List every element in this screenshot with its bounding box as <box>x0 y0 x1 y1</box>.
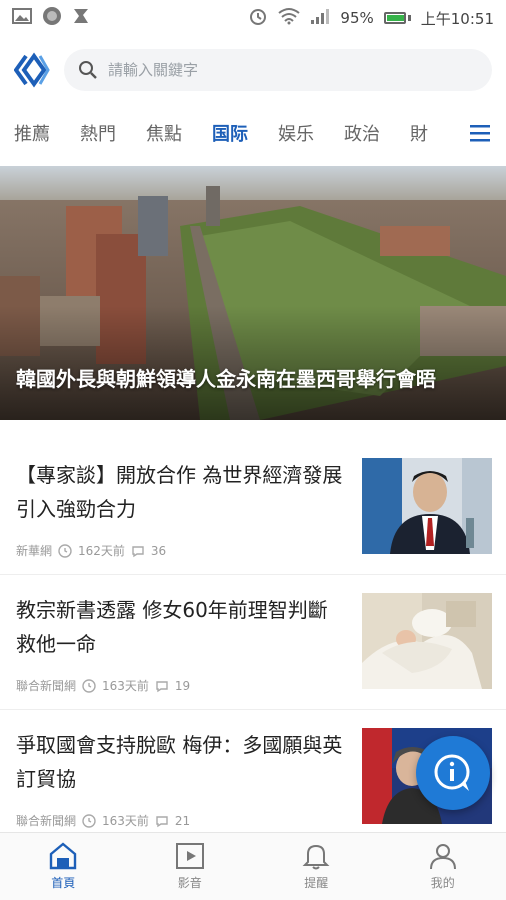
nav-video[interactable]: 影音 <box>127 833 254 900</box>
hero-article[interactable]: 韓國外長與朝鮮領導人金永南在墨西哥舉行會晤 <box>0 166 506 420</box>
list-item[interactable]: 【專家談】開放合作 為世界經濟發展引入強勁合力 新華網 162天前 36 <box>0 440 506 575</box>
tab-focus[interactable]: 焦點 <box>146 120 182 146</box>
search-icon <box>78 60 98 80</box>
clock-icon <box>82 813 96 828</box>
article-title: 教宗新書透露 修女60年前理智判斷救他一命 <box>16 598 328 656</box>
tab-menu-icon[interactable] <box>464 117 496 149</box>
article-time: 162天前 <box>78 544 125 558</box>
article-comments: 36 <box>150 543 167 558</box>
status-bar: 95% 上午10:51 <box>0 0 506 36</box>
search-box[interactable] <box>64 49 492 91</box>
gallery-icon <box>12 8 32 28</box>
home-icon <box>50 842 77 870</box>
article-title: 【專家談】開放合作 為世界經濟發展引入強勁合力 <box>16 463 343 521</box>
info-fab-button[interactable] <box>416 736 490 810</box>
bottom-navigation: 首頁 影音 提醒 我的 <box>0 832 506 900</box>
nav-home[interactable]: 首頁 <box>0 833 127 900</box>
record-icon <box>42 6 62 30</box>
article-time: 163天前 <box>102 679 149 693</box>
tab-entertainment[interactable]: 娱乐 <box>278 120 314 146</box>
nav-alerts-label: 提醒 <box>304 876 329 890</box>
tab-popular[interactable]: 熱門 <box>80 120 116 146</box>
hero-title: 韓國外長與朝鮮領導人金永南在墨西哥舉行會晤 <box>16 367 436 391</box>
nav-video-label: 影音 <box>177 876 202 890</box>
video-icon <box>175 843 204 869</box>
article-source: 聯合新聞網 <box>16 679 77 693</box>
wifi-icon <box>278 7 301 29</box>
clock-icon <box>82 678 96 693</box>
nav-profile-label: 我的 <box>430 876 455 890</box>
tab-finance[interactable]: 財 <box>410 120 428 146</box>
list-item[interactable]: 教宗新書透露 修女60年前理智判斷救他一命 聯合新聞網 163天前 19 <box>0 575 506 710</box>
article-time: 163天前 <box>102 814 149 828</box>
nav-profile[interactable]: 我的 <box>380 833 506 900</box>
search-bar-row <box>0 44 506 96</box>
category-tabs: 推薦 熱門 焦點 国际 娱乐 政治 財 <box>0 108 506 158</box>
comment-icon <box>132 545 144 557</box>
article-source: 新華網 <box>16 544 53 558</box>
signal-icon <box>310 8 330 28</box>
nav-home-label: 首頁 <box>51 876 76 890</box>
article-comments: 21 <box>174 813 191 828</box>
battery-icon <box>383 12 411 24</box>
clock-icon <box>58 543 72 558</box>
article-thumbnail <box>362 458 492 554</box>
article-thumbnail <box>362 593 492 689</box>
nav-alerts[interactable]: 提醒 <box>253 833 380 900</box>
bell-icon <box>302 844 330 870</box>
comment-icon <box>156 680 168 692</box>
article-title: 爭取國會支持脫歐 梅伊：多國願與英訂貿協 <box>16 733 343 791</box>
app-notification-icon <box>72 7 90 29</box>
tab-international[interactable]: 国际 <box>212 120 248 146</box>
comment-icon <box>156 815 168 827</box>
status-time: 上午10:51 <box>420 9 494 28</box>
search-input[interactable] <box>108 61 478 79</box>
tab-recommended[interactable]: 推薦 <box>14 120 50 146</box>
article-comments: 19 <box>174 678 191 693</box>
tab-politics[interactable]: 政治 <box>344 120 380 146</box>
article-source: 聯合新聞網 <box>16 814 77 828</box>
alarm-icon <box>248 6 268 30</box>
user-icon <box>429 844 456 870</box>
app-logo-icon[interactable] <box>13 52 50 88</box>
battery-percent: 95% <box>340 9 374 27</box>
info-icon <box>434 754 470 791</box>
